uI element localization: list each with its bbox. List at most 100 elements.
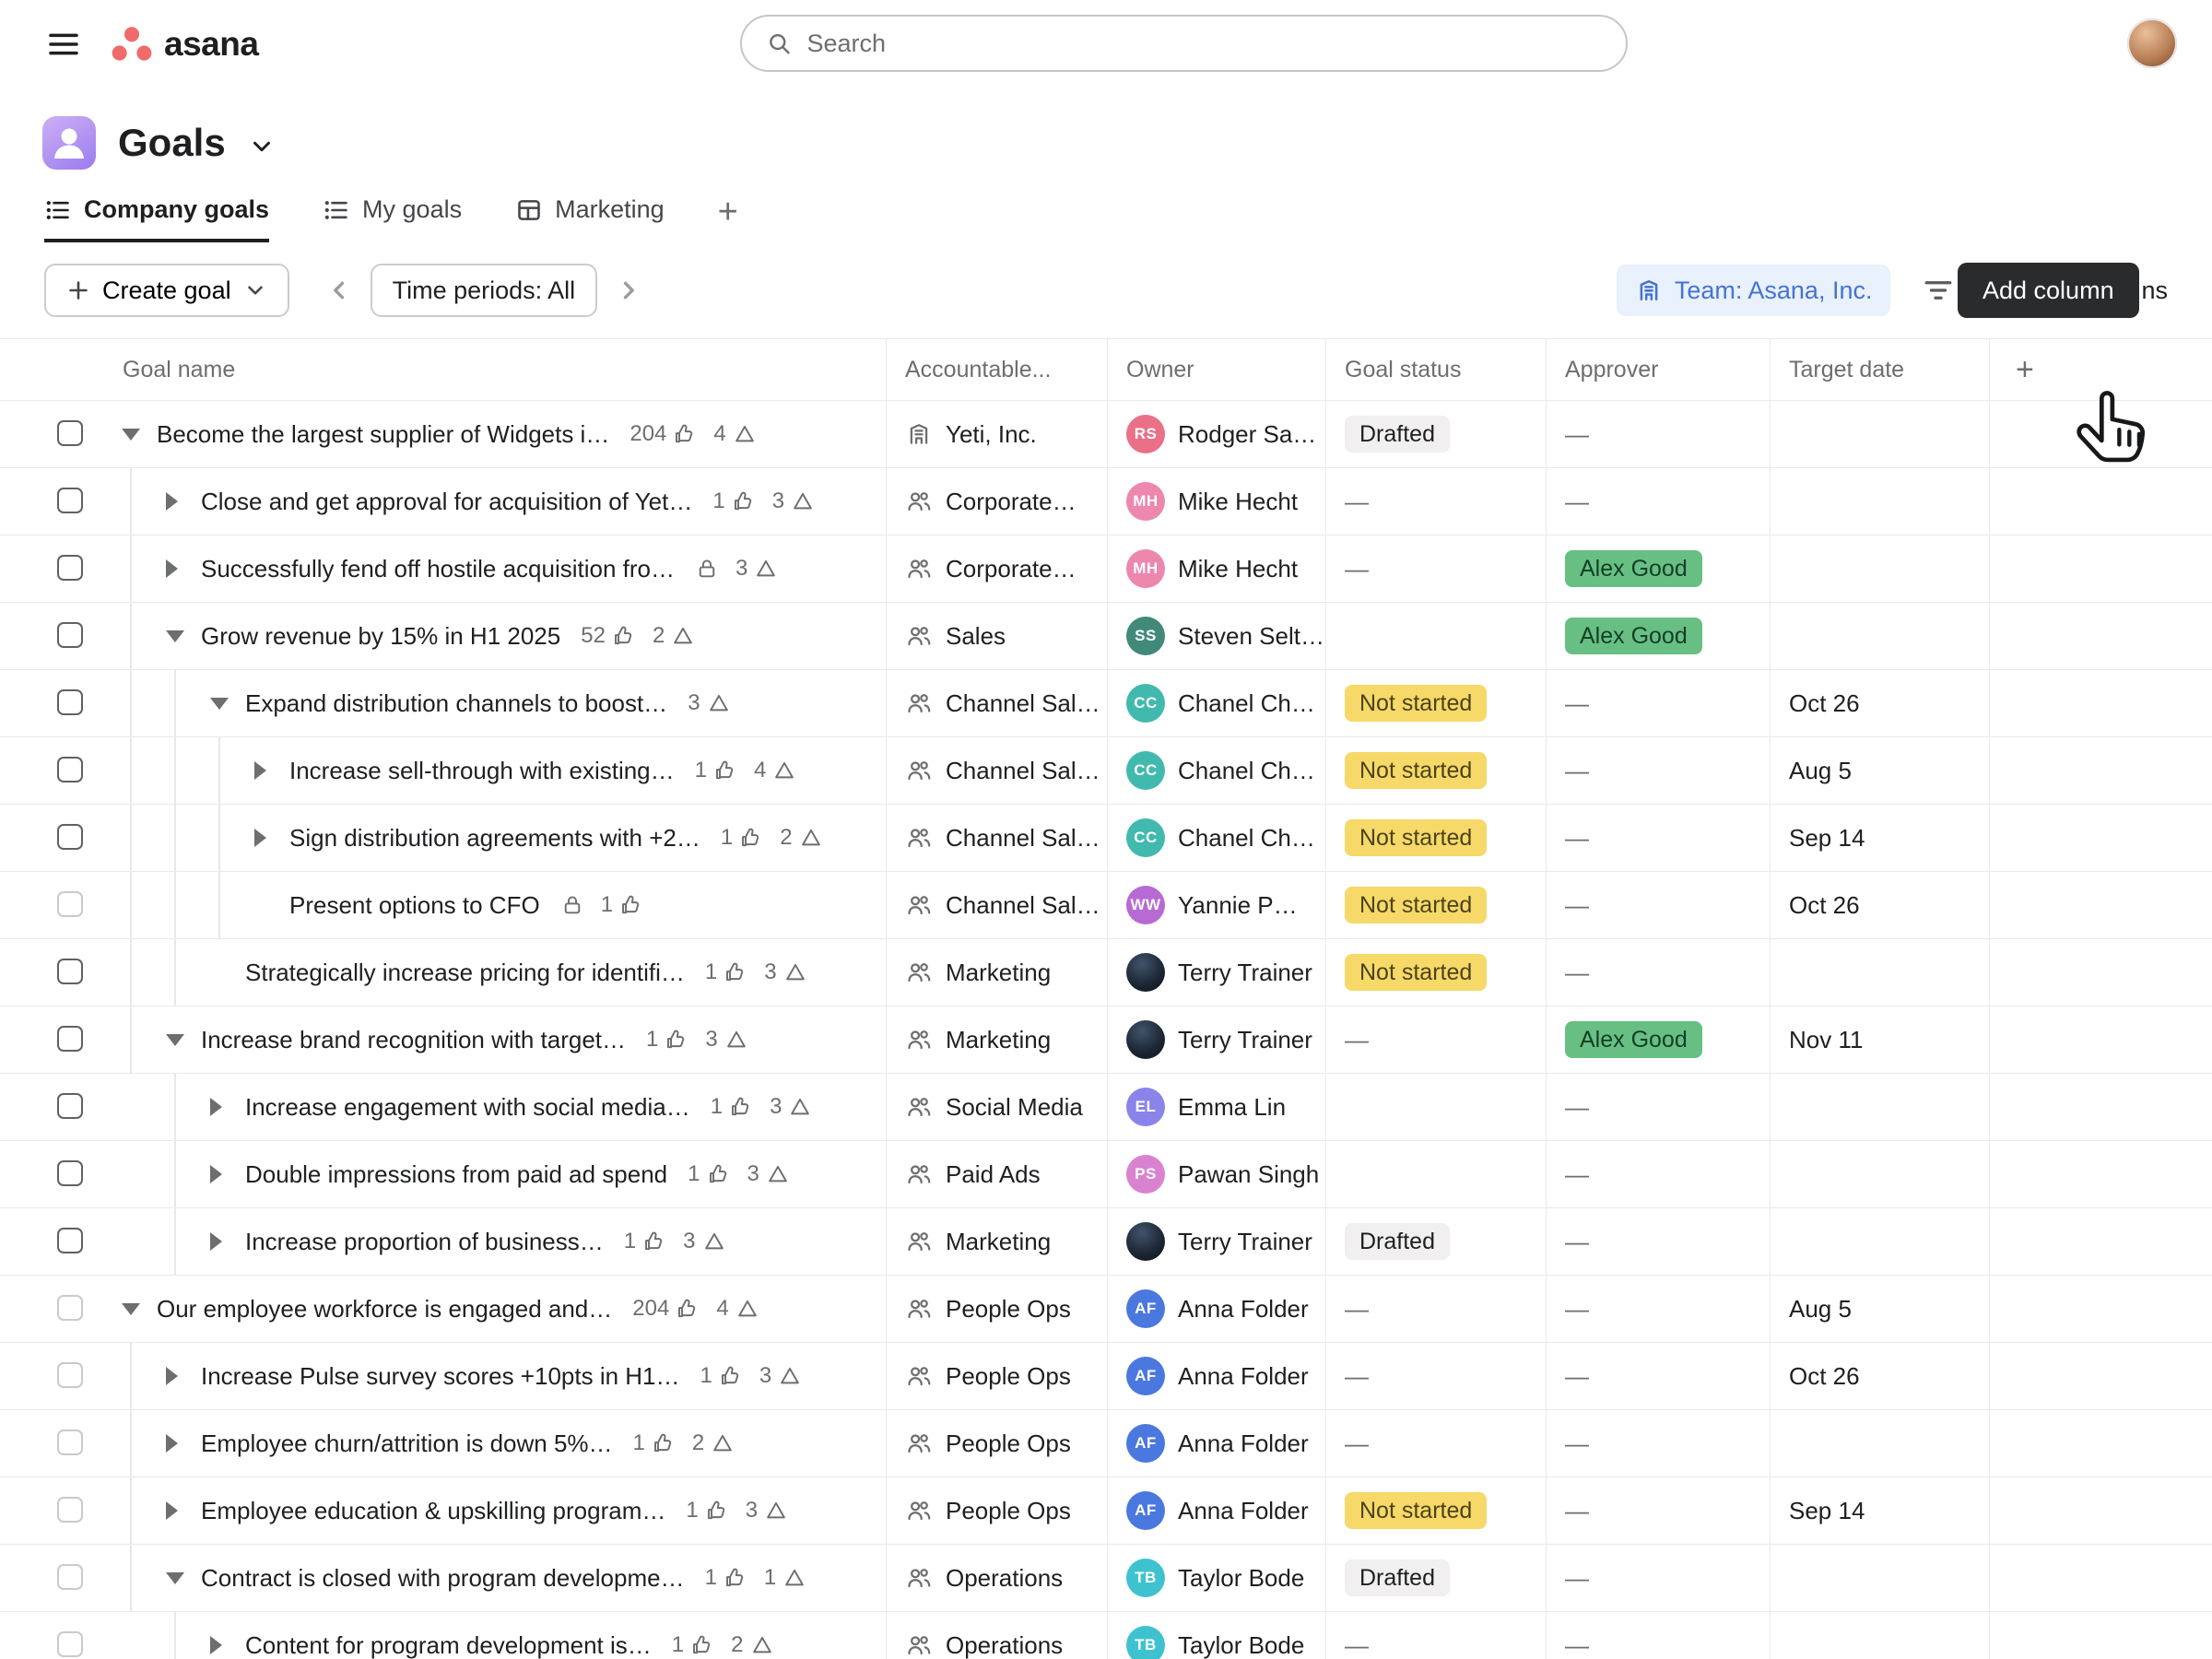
- approver-cell[interactable]: —: [1546, 1074, 1770, 1140]
- caret-down-icon[interactable]: [122, 429, 140, 441]
- owner-cell[interactable]: RSRodger Sa…: [1107, 401, 1325, 467]
- subgoal-count[interactable]: 2: [692, 1430, 735, 1456]
- subgoal-count[interactable]: 3: [705, 1027, 747, 1053]
- owner-cell[interactable]: MHMike Hecht: [1107, 468, 1325, 535]
- date-cell[interactable]: [1770, 535, 1989, 602]
- owner-cell[interactable]: ELEmma Lin: [1107, 1074, 1325, 1140]
- caret-down-icon[interactable]: [166, 630, 184, 642]
- owner-cell[interactable]: TBTaylor Bode: [1107, 1612, 1325, 1659]
- caret-down-icon[interactable]: [122, 1303, 140, 1315]
- likes-count[interactable]: 1: [646, 1027, 688, 1053]
- status-badge[interactable]: Drafted: [1345, 416, 1450, 453]
- options-label-partial[interactable]: ns: [2141, 276, 2168, 305]
- table-row[interactable]: Contract is closed with program developm…: [0, 1545, 2212, 1612]
- owner-cell[interactable]: TBTaylor Bode: [1107, 1545, 1325, 1611]
- caret-right-icon[interactable]: [254, 761, 266, 780]
- row-checkbox[interactable]: [57, 1228, 83, 1253]
- caret-right-icon[interactable]: [166, 559, 178, 578]
- accountable-cell[interactable]: Marketing: [886, 939, 1107, 1006]
- table-row[interactable]: Become the largest supplier of Widgets i…: [0, 401, 2212, 468]
- goal-name[interactable]: Increase sell-through with existing…: [289, 757, 675, 785]
- status-cell[interactable]: [1325, 1141, 1546, 1207]
- team-filter-chip[interactable]: Team: Asana, Inc.: [1617, 265, 1891, 316]
- likes-count[interactable]: 1: [711, 1094, 753, 1120]
- table-row[interactable]: Successfully fend off hostile acquisitio…: [0, 535, 2212, 603]
- approver-cell[interactable]: —: [1546, 1343, 1770, 1409]
- status-cell[interactable]: Not started: [1325, 670, 1546, 736]
- subgoal-count[interactable]: 3: [735, 556, 778, 582]
- owner-cell[interactable]: Terry Trainer: [1107, 1208, 1325, 1275]
- row-checkbox[interactable]: [57, 1362, 83, 1388]
- table-row[interactable]: Expand distribution channels to boost…3C…: [0, 670, 2212, 737]
- date-cell[interactable]: [1770, 939, 1989, 1006]
- date-cell[interactable]: [1770, 1141, 1989, 1207]
- status-badge[interactable]: Not started: [1345, 819, 1487, 856]
- status-badge[interactable]: Not started: [1345, 887, 1487, 924]
- goal-name[interactable]: Double impressions from paid ad spend: [245, 1160, 667, 1189]
- approver-cell[interactable]: —: [1546, 1612, 1770, 1659]
- tab-company-goals[interactable]: Company goals: [44, 195, 269, 242]
- status-cell[interactable]: —: [1325, 1276, 1546, 1342]
- date-cell[interactable]: Sep 14: [1770, 1477, 1989, 1544]
- subgoal-count[interactable]: 3: [747, 1161, 790, 1187]
- approver-cell[interactable]: —: [1546, 1410, 1770, 1477]
- goal-name[interactable]: Close and get approval for acquisition o…: [201, 488, 692, 516]
- row-checkbox[interactable]: [57, 1160, 83, 1186]
- tab-marketing[interactable]: Marketing: [515, 195, 665, 242]
- date-cell[interactable]: Oct 26: [1770, 670, 1989, 736]
- date-cell[interactable]: Oct 26: [1770, 1343, 1989, 1409]
- approver-cell[interactable]: —: [1546, 805, 1770, 871]
- table-row[interactable]: Double impressions from paid ad spend13P…: [0, 1141, 2212, 1208]
- subgoal-count[interactable]: 4: [713, 421, 756, 447]
- subgoal-count[interactable]: 3: [770, 1094, 812, 1120]
- goal-name[interactable]: Increase Pulse survey scores +10pts in H…: [201, 1362, 680, 1391]
- status-cell[interactable]: —: [1325, 535, 1546, 602]
- hamburger-menu-icon[interactable]: [44, 25, 83, 64]
- status-badge[interactable]: Drafted: [1345, 1559, 1450, 1596]
- likes-count[interactable]: 52: [581, 623, 636, 649]
- approver-badge[interactable]: Alex Good: [1565, 1021, 1702, 1058]
- goal-name[interactable]: Strategically increase pricing for ident…: [245, 959, 685, 987]
- accountable-cell[interactable]: Channel Sal…: [886, 737, 1107, 804]
- caret-right-icon[interactable]: [210, 1232, 222, 1251]
- create-goal-button[interactable]: Create goal: [44, 264, 289, 317]
- date-cell[interactable]: Nov 11: [1770, 1006, 1989, 1073]
- column-header-approver[interactable]: Approver: [1546, 339, 1770, 400]
- table-row[interactable]: Increase engagement with social media…13…: [0, 1074, 2212, 1141]
- status-badge[interactable]: Drafted: [1345, 1223, 1450, 1260]
- owner-cell[interactable]: PSPawan Singh: [1107, 1141, 1325, 1207]
- status-cell[interactable]: [1325, 603, 1546, 669]
- date-cell[interactable]: Aug 5: [1770, 1276, 1989, 1342]
- add-tab-button[interactable]: +: [718, 194, 738, 242]
- caret-right-icon[interactable]: [210, 1165, 222, 1183]
- user-avatar[interactable]: [2127, 18, 2177, 68]
- owner-cell[interactable]: AFAnna Folder: [1107, 1343, 1325, 1409]
- accountable-cell[interactable]: Marketing: [886, 1208, 1107, 1275]
- row-checkbox[interactable]: [57, 824, 83, 850]
- row-checkbox[interactable]: [57, 488, 83, 513]
- date-cell[interactable]: Oct 26: [1770, 872, 1989, 938]
- owner-cell[interactable]: AFAnna Folder: [1107, 1477, 1325, 1544]
- search-input[interactable]: [805, 29, 1602, 59]
- table-row[interactable]: Content for program development is…12Ope…: [0, 1612, 2212, 1659]
- status-cell[interactable]: Not started: [1325, 872, 1546, 938]
- goal-name[interactable]: Present options to CFO: [289, 891, 540, 920]
- column-header-goal-status[interactable]: Goal status: [1325, 339, 1546, 400]
- approver-cell[interactable]: —: [1546, 737, 1770, 804]
- status-cell[interactable]: —: [1325, 1343, 1546, 1409]
- accountable-cell[interactable]: Operations: [886, 1612, 1107, 1659]
- subgoal-count[interactable]: 3: [688, 690, 730, 716]
- column-header-goal-name[interactable]: Goal name: [0, 339, 886, 400]
- accountable-cell[interactable]: People Ops: [886, 1343, 1107, 1409]
- likes-count[interactable]: 1: [705, 1565, 747, 1591]
- likes-count[interactable]: 1: [686, 1498, 728, 1524]
- table-row[interactable]: Grow revenue by 15% in H1 2025522SalesSS…: [0, 603, 2212, 670]
- status-cell[interactable]: Not started: [1325, 805, 1546, 871]
- accountable-cell[interactable]: Corporate…: [886, 468, 1107, 535]
- row-checkbox[interactable]: [57, 689, 83, 715]
- subgoal-count[interactable]: 1: [764, 1565, 806, 1591]
- accountable-cell[interactable]: People Ops: [886, 1477, 1107, 1544]
- approver-cell[interactable]: —: [1546, 1545, 1770, 1611]
- status-badge[interactable]: Not started: [1345, 954, 1487, 991]
- likes-count[interactable]: 1: [712, 488, 755, 514]
